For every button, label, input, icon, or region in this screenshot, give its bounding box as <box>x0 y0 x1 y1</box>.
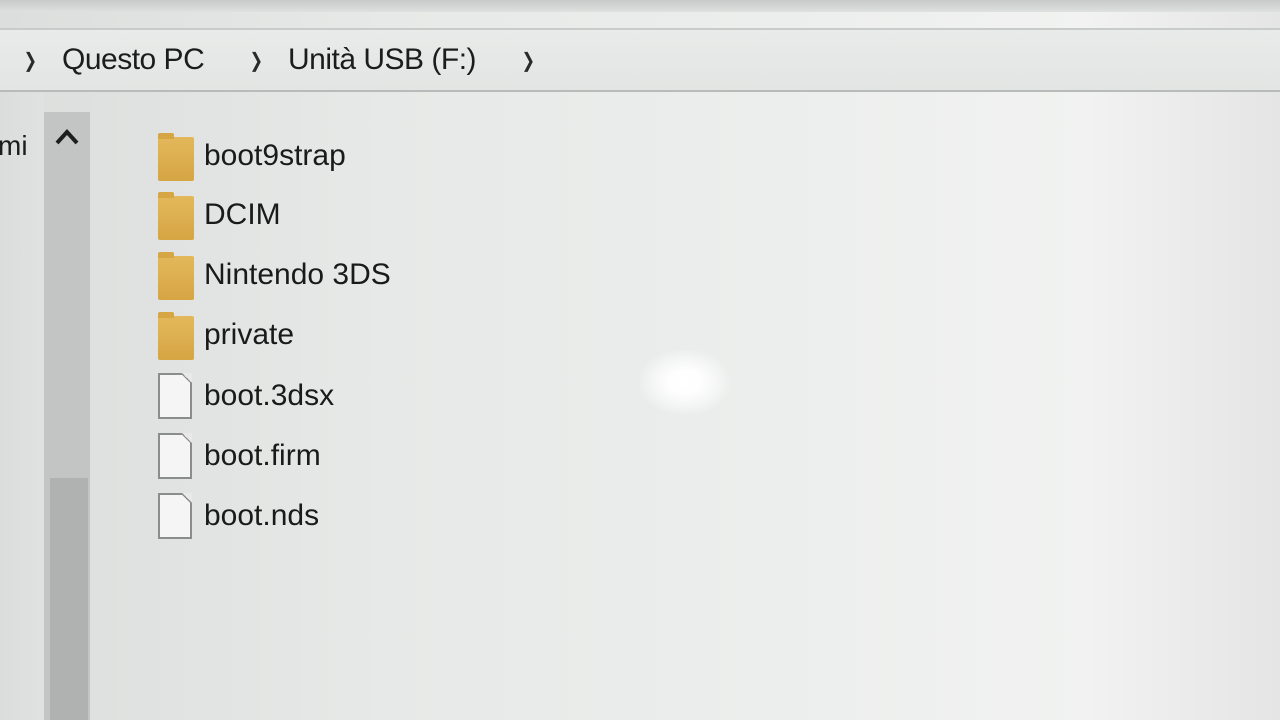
file-name: DCIM <box>204 198 281 231</box>
file-name: boot.3dsx <box>204 379 335 412</box>
file-explorer-window: ❯ Questo PC ❯ Unità USB (F:) ❯ mi boot9s… <box>0 0 1280 720</box>
nav-pane-item-label[interactable]: mi <box>0 130 28 162</box>
chevron-up-icon <box>55 129 79 145</box>
file-icon <box>156 371 196 421</box>
file-name: private <box>204 318 295 351</box>
list-item-folder[interactable]: private <box>156 307 576 363</box>
list-item-folder[interactable]: Nintendo 3DS <box>156 247 576 303</box>
folder-icon <box>156 250 196 300</box>
list-item-file[interactable]: boot.firm <box>156 428 576 484</box>
nav-pane-scrollbar[interactable] <box>44 112 90 720</box>
file-name: boot9strap <box>204 139 346 172</box>
file-name: boot.firm <box>204 439 321 472</box>
list-item-file[interactable]: boot.nds <box>156 488 576 544</box>
breadcrumb-questo-pc[interactable]: Questo PC <box>62 43 205 77</box>
breadcrumb-usb-drive[interactable]: Unità USB (F:) <box>288 43 477 77</box>
folder-icon <box>156 310 196 360</box>
address-bar[interactable]: ❯ Questo PC ❯ Unità USB (F:) ❯ <box>0 28 1280 92</box>
breadcrumb-chevron-icon[interactable]: ❯ <box>522 48 535 72</box>
file-icon <box>156 491 196 541</box>
breadcrumb-chevron-icon[interactable]: ❯ <box>250 48 263 72</box>
file-icon <box>156 431 196 481</box>
list-item-folder[interactable]: boot9strap <box>156 128 576 184</box>
list-item-folder[interactable]: DCIM <box>156 187 576 243</box>
folder-icon <box>156 131 196 181</box>
scrollbar-thumb[interactable] <box>50 478 88 720</box>
title-strip <box>0 0 1280 12</box>
screen-glare <box>640 350 730 414</box>
folder-icon <box>156 190 196 240</box>
file-name: Nintendo 3DS <box>204 258 391 291</box>
scroll-up-button[interactable] <box>44 112 90 162</box>
navigation-pane <box>0 92 44 720</box>
list-item-file[interactable]: boot.3dsx <box>156 368 576 424</box>
file-name: boot.nds <box>204 499 320 532</box>
breadcrumb-chevron-icon[interactable]: ❯ <box>24 48 37 72</box>
